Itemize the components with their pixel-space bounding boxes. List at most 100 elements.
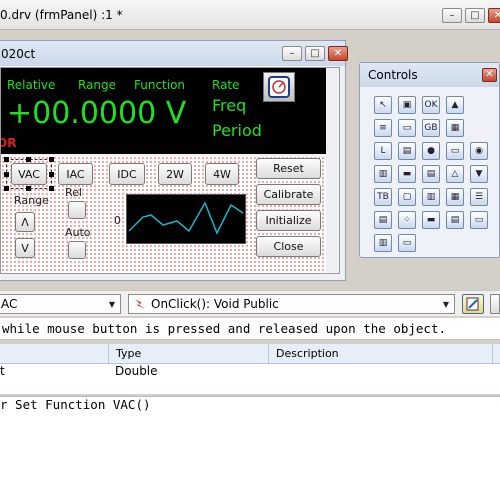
relative-label: Relative [7, 78, 56, 92]
tool-button[interactable]: ▭ [398, 234, 416, 252]
tool-button[interactable]: ▤ [398, 142, 416, 160]
range-group-label: Range [14, 194, 49, 207]
minimize-button[interactable]: – [442, 8, 462, 23]
tool-button[interactable]: L [374, 142, 392, 160]
object-combo[interactable]: AC ▼ [0, 294, 121, 314]
waveform-trace [128, 201, 244, 235]
close-button[interactable]: ✕ [488, 8, 500, 23]
panel-window: 020ct – □ ✕ Relative Range Function Rate… [0, 40, 348, 281]
table-row[interactable]: t Double [0, 364, 500, 380]
toolbar-overflow-button[interactable] [490, 294, 500, 314]
main-title-bar: 0.drv (frmPanel) :1 * – □ ✕ [0, 0, 500, 30]
code-combo-row: AC ▼ OnClick(): Void Public ▼ [0, 290, 500, 316]
reset-button[interactable]: Reset [256, 158, 321, 179]
controls-title-bar: Controls ✕ [360, 63, 499, 87]
type-column-header[interactable]: Type [116, 347, 141, 360]
chevron-down-icon[interactable]: ▼ [438, 295, 454, 313]
tool-button[interactable]: ▦ [446, 188, 464, 206]
4w-button[interactable]: 4W [205, 163, 239, 185]
tool-button[interactable]: GB [422, 119, 440, 137]
range-down-button[interactable]: V [15, 238, 35, 258]
calibrate-button[interactable]: Calibrate [256, 184, 321, 205]
auto-toggle[interactable] [68, 241, 86, 259]
pencil-icon [466, 297, 479, 311]
code-line[interactable]: r Set Function VAC() [0, 397, 151, 412]
tool-button[interactable]: ≡ [374, 119, 392, 137]
column-separator [108, 344, 109, 364]
selection-handle[interactable] [4, 172, 9, 177]
range-up-button[interactable]: Λ [15, 212, 35, 232]
tool-button[interactable]: TB [374, 188, 392, 206]
selection-handle[interactable] [49, 186, 54, 191]
code-line-text: r Set Function VAC() [0, 397, 151, 412]
selection-handle[interactable] [26, 186, 31, 191]
iac-button[interactable]: IAC [58, 163, 93, 185]
tool-button[interactable]: ▭ [446, 142, 464, 160]
tool-button[interactable]: ● [422, 142, 440, 160]
selection-handle[interactable] [4, 157, 9, 162]
tool-button[interactable]: ▥ [422, 188, 440, 206]
parameter-grid-header: Type Description [0, 344, 500, 364]
tool-button[interactable]: ▥ [374, 165, 392, 183]
rel-label: Rel [65, 186, 82, 199]
panel-close-button[interactable]: ✕ [328, 46, 348, 61]
form-designer-canvas: Relative Range Function Rate +00.0000 V … [0, 67, 340, 274]
tool-button[interactable]: ◉ [470, 142, 488, 160]
tool-button[interactable]: ▬ [422, 211, 440, 229]
tool-button[interactable]: ▤ [422, 165, 440, 183]
tool-button[interactable]: ▥ [374, 234, 392, 252]
panel-window-controls: – □ ✕ [282, 46, 348, 61]
selection-handle[interactable] [26, 157, 31, 162]
2w-button[interactable]: 2W [158, 163, 192, 185]
controls-title: Controls [368, 68, 418, 82]
panel-minimize-button[interactable]: – [282, 46, 302, 61]
tool-button[interactable]: ▤ [374, 211, 392, 229]
controls-toolbox: Controls ✕ ↖ ▣ OK ▲ ≡ ▭ GB ▦ L ▤ ● ▭ ◉ ▥… [359, 62, 500, 258]
event-combo[interactable]: OnClick(): Void Public ▼ [128, 294, 455, 314]
panel-maximize-button[interactable]: □ [305, 46, 325, 61]
tool-button[interactable]: ↖ [374, 96, 392, 114]
tool-button[interactable]: ☰ [470, 188, 488, 206]
selection-handle[interactable] [4, 186, 9, 191]
controls-close-button[interactable]: ✕ [482, 68, 497, 82]
tool-button[interactable]: △ [446, 165, 464, 183]
panel-logo-frame[interactable] [263, 72, 295, 102]
range-label: Range [78, 78, 117, 92]
column-separator [268, 344, 269, 364]
chevron-down-icon[interactable]: ▼ [104, 295, 120, 313]
auto-label: Auto [65, 226, 91, 239]
tool-button[interactable]: ▼ [470, 165, 488, 183]
tool-button[interactable]: ▦ [446, 119, 464, 137]
close-panel-button[interactable]: Close [256, 236, 321, 257]
tool-button[interactable]: ▣ [398, 96, 416, 114]
tool-button[interactable]: ⁘ [398, 211, 416, 229]
tool-button[interactable]: ▬ [398, 165, 416, 183]
tool-button[interactable]: ▤ [446, 211, 464, 229]
tool-button[interactable]: ▭ [470, 211, 488, 229]
selection-handle[interactable] [49, 172, 54, 177]
column-separator [492, 344, 493, 364]
rel-toggle[interactable] [68, 201, 86, 219]
function-label: Function [134, 78, 186, 92]
param-type-cell: Double [115, 364, 158, 378]
code-editor[interactable]: r Set Function VAC() [0, 396, 500, 500]
graph-zero-label: 0 [114, 214, 121, 227]
idc-button[interactable]: IDC [109, 163, 145, 185]
description-column-header[interactable]: Description [276, 347, 339, 360]
selection-handle[interactable] [49, 157, 54, 162]
param-name-cell: t [0, 364, 5, 378]
rate-freq: Freq [212, 96, 247, 115]
object-combo-value: AC [1, 297, 18, 311]
edit-toolbar-button[interactable] [462, 294, 484, 314]
tool-button[interactable]: OK [422, 96, 440, 114]
event-combo-value: OnClick(): Void Public [151, 297, 279, 311]
overrange-indicator: OR [1, 136, 17, 150]
tool-button[interactable]: ▢ [398, 188, 416, 206]
maximize-button[interactable]: □ [465, 8, 485, 23]
gauge-logo-icon [268, 76, 290, 98]
panel-title-bar: 020ct – □ ✕ [0, 41, 348, 66]
initialize-button[interactable]: Initialize [256, 210, 321, 231]
tool-button[interactable]: ▭ [398, 119, 416, 137]
rate-label: Rate [212, 78, 240, 92]
tool-button[interactable]: ▲ [446, 96, 464, 114]
